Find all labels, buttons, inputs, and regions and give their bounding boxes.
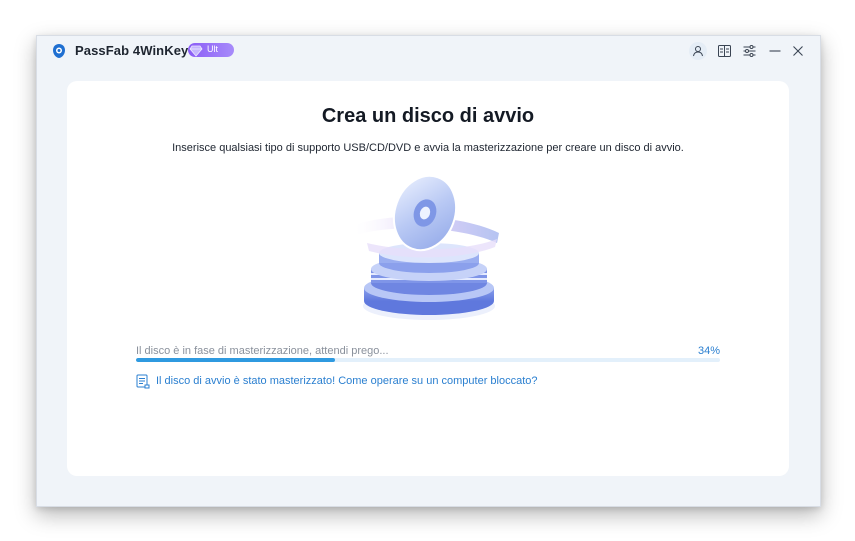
close-button[interactable]	[789, 42, 807, 60]
settings-button[interactable]	[740, 42, 758, 60]
feedback-button[interactable]	[715, 42, 733, 60]
app-window: PassFab 4WinKey Ult Crea un disco di avv…	[36, 35, 821, 507]
title-bar: PassFab 4WinKey Ult	[37, 36, 820, 66]
minimize-button[interactable]	[766, 42, 784, 60]
settings-sliders-icon	[743, 45, 755, 57]
page-title: Crea un disco di avvio	[321, 105, 535, 127]
progress-percent: 34%	[697, 345, 720, 357]
progress-bar-fill	[136, 358, 335, 362]
close-icon	[793, 46, 803, 56]
help-link[interactable]: Il disco di avvio è stato masterizzato! …	[136, 373, 538, 389]
progress-bar	[136, 358, 720, 362]
ultimate-edition-badge: Ult	[188, 43, 234, 57]
progress-status-text: Il disco è in fase di masterizzazione, a…	[136, 345, 389, 357]
diamond-icon	[189, 45, 203, 57]
help-link-text[interactable]: Il disco di avvio è stato masterizzato! …	[156, 375, 538, 387]
app-title: PassFab 4WinKey	[75, 43, 189, 58]
document-icon	[136, 374, 150, 388]
page-subtitle: Inserisce qualsiasi tipo di supporto USB…	[172, 142, 684, 154]
passfab-logo-icon	[53, 44, 65, 58]
minimize-icon	[769, 50, 781, 52]
user-account-button[interactable]	[689, 42, 707, 60]
burning-disc-illustration	[355, 174, 499, 320]
user-icon	[693, 46, 703, 57]
edition-label: Ult	[207, 44, 218, 54]
feedback-icon	[717, 45, 731, 57]
main-card: Crea un disco di avvio Inserisce qualsia…	[67, 81, 789, 476]
